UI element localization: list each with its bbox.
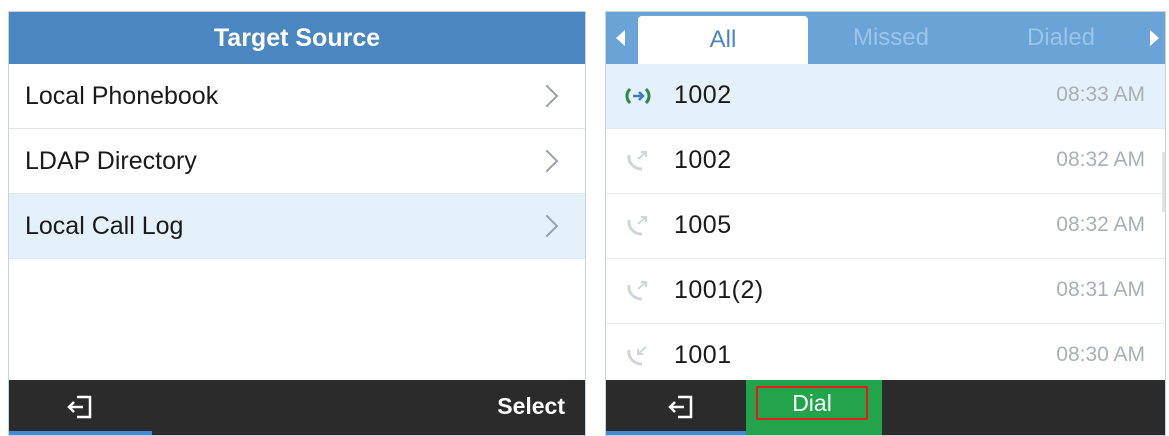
chevron-right-icon: [535, 214, 559, 238]
incoming-call-icon: [624, 344, 652, 368]
softkey-underline: [9, 431, 152, 435]
tab-bar: All Missed Dialed: [606, 12, 1165, 64]
call-log-row[interactable]: 1001(2) 08:31 AM: [606, 259, 1165, 324]
softkey-bar: Dial: [606, 380, 1165, 435]
softkey-underline: [606, 431, 746, 435]
call-number: 1001: [674, 341, 732, 369]
call-connected-icon: [624, 84, 652, 108]
dial-button[interactable]: Dial: [746, 380, 882, 435]
menu-item-label: Local Phonebook: [25, 81, 219, 110]
scrollbar[interactable]: [1162, 152, 1165, 212]
menu-item-label: LDAP Directory: [25, 146, 197, 175]
call-log-row[interactable]: 1002 08:32 AM: [606, 129, 1165, 194]
arrow-right-icon[interactable]: [1150, 30, 1159, 46]
menu-item-ldap-directory[interactable]: LDAP Directory: [9, 129, 585, 194]
exit-icon[interactable]: [67, 395, 93, 419]
call-number: 1005: [674, 211, 732, 239]
softkey-bar: Select: [9, 380, 585, 435]
call-log-screen: All Missed Dialed 1002 08:33 AM 1002 08:…: [605, 11, 1166, 436]
call-number: 1002: [674, 146, 732, 174]
outgoing-call-icon: [624, 149, 652, 173]
tab-missed[interactable]: Missed: [806, 12, 976, 64]
call-log-row[interactable]: 1005 08:32 AM: [606, 194, 1165, 259]
outgoing-call-icon: [624, 214, 652, 238]
call-number: 1002: [674, 81, 732, 109]
dial-button-label: Dial: [756, 386, 868, 420]
call-time: 08:30 AM: [1056, 343, 1145, 366]
tab-all[interactable]: All: [638, 16, 808, 64]
call-time: 08:33 AM: [1056, 83, 1145, 106]
menu-item-label: Local Call Log: [25, 211, 184, 240]
select-button[interactable]: Select: [497, 393, 565, 420]
call-time: 08:32 AM: [1056, 148, 1145, 171]
page-title: Target Source: [9, 12, 585, 64]
menu-item-local-phonebook[interactable]: Local Phonebook: [9, 64, 585, 129]
chevron-right-icon: [535, 84, 559, 108]
call-number: 1001(2): [674, 276, 764, 304]
call-time: 08:32 AM: [1056, 213, 1145, 236]
exit-icon[interactable]: [668, 395, 694, 419]
tab-dialed[interactable]: Dialed: [976, 12, 1146, 64]
target-source-screen: Target Source Local Phonebook LDAP Direc…: [8, 11, 586, 436]
menu-item-local-call-log[interactable]: Local Call Log: [9, 194, 585, 259]
call-log-row[interactable]: 1002 08:33 AM: [606, 64, 1165, 129]
arrow-left-icon[interactable]: [616, 30, 625, 46]
call-time: 08:31 AM: [1056, 278, 1145, 301]
chevron-right-icon: [535, 149, 559, 173]
outgoing-call-icon: [624, 279, 652, 303]
